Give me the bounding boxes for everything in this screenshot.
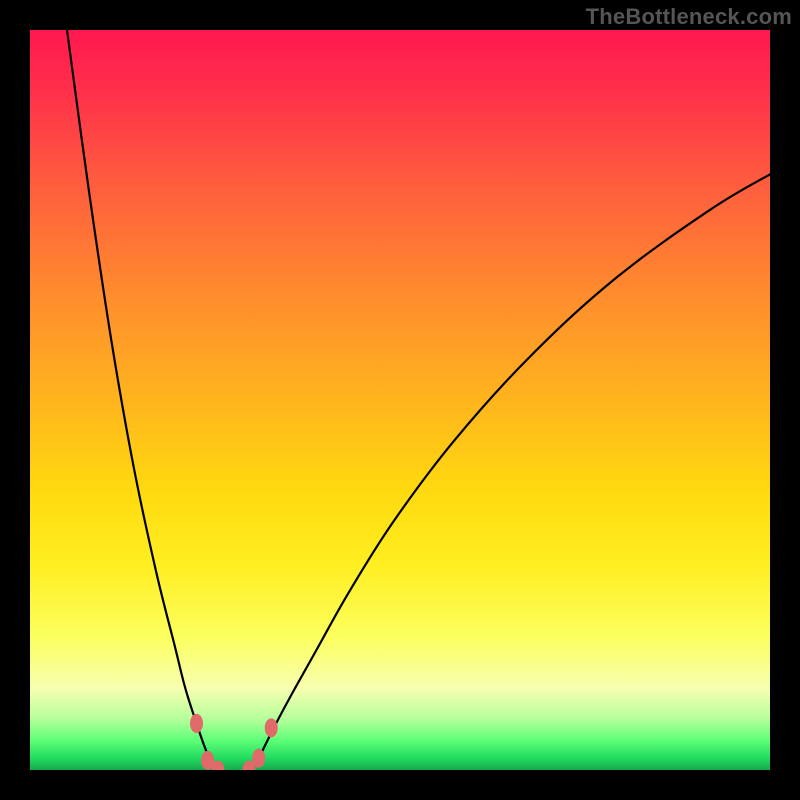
bottleneck-curve-right	[249, 174, 770, 770]
plot-area	[30, 30, 770, 770]
marker-dot	[252, 749, 265, 768]
watermark-text: TheBottleneck.com	[586, 4, 792, 30]
marker-dot	[265, 718, 278, 737]
marker-dot	[190, 714, 203, 733]
bottleneck-curve-left	[67, 30, 218, 770]
chart-frame: TheBottleneck.com	[0, 0, 800, 800]
curve-layer	[30, 30, 770, 770]
